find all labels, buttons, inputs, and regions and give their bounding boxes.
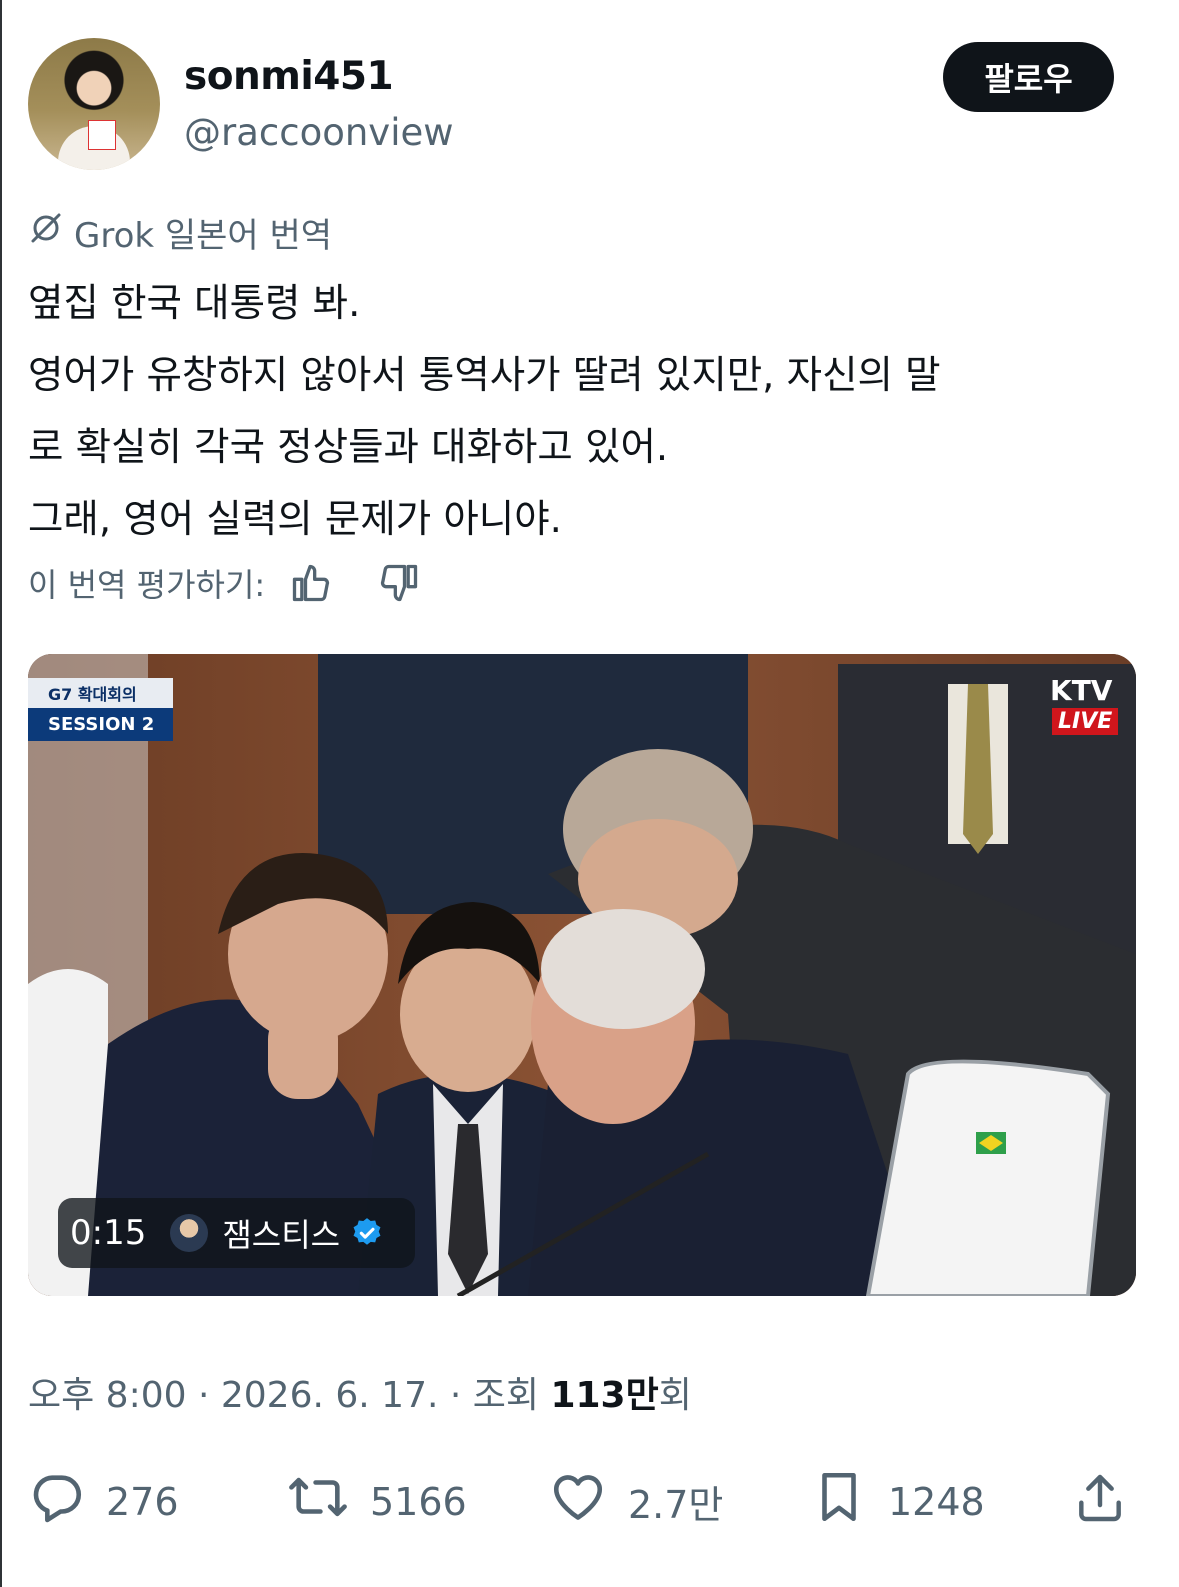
verified-badge-icon — [350, 1216, 384, 1250]
reply-count: 276 — [106, 1479, 179, 1524]
g7-session: SESSION 2 — [28, 708, 173, 741]
views-label: 조회 — [472, 1375, 551, 1416]
share-button[interactable] — [1072, 1470, 1128, 1530]
tweet-line: 로 확실히 각국 정상들과 대화하고 있어. — [28, 425, 669, 470]
follow-button[interactable]: 팔로우 — [943, 42, 1114, 112]
thumbs-up-icon[interactable] — [289, 561, 333, 605]
avatar-card — [88, 120, 116, 150]
views-suffix: 회 — [658, 1375, 692, 1416]
g7-session-badge: G7 확대회의 SESSION 2 — [28, 678, 173, 741]
tweet-text: 옆집 한국 대통령 봐. 영어가 유창하지 않아서 통역사가 딸려 있지만, 자… — [28, 268, 1148, 556]
bookmark-count: 1248 — [888, 1479, 985, 1524]
views-count: 113만 — [550, 1375, 659, 1416]
share-icon — [1072, 1474, 1128, 1530]
thumbs-down-icon[interactable] — [377, 561, 421, 605]
tweet-line: 그래, 영어 실력의 문제가 아니야. — [28, 497, 562, 542]
channel-logo: KTV — [1050, 674, 1113, 707]
translation-label[interactable]: Grok 일본어 번역 — [28, 208, 332, 257]
tweet-date[interactable]: 2026. 6. 17. — [221, 1375, 439, 1416]
user-handle[interactable]: @raccoonview — [184, 111, 454, 154]
bookmark-icon — [810, 1468, 868, 1535]
bookmark-button[interactable]: 1248 — [810, 1468, 985, 1535]
repost-icon — [286, 1468, 350, 1535]
timeline-border — [0, 0, 2, 1587]
source-name: 잼스티스 — [222, 1216, 341, 1254]
profile-avatar[interactable] — [28, 38, 160, 170]
reply-icon — [28, 1468, 86, 1535]
meta-separator: · — [438, 1375, 473, 1416]
tweet-time[interactable]: 오후 8:00 — [28, 1375, 187, 1416]
translation-text: Grok 일본어 번역 — [74, 216, 333, 256]
rate-translation-row: 이 번역 평가하기: — [28, 560, 421, 606]
like-count: 2.7만 — [628, 1483, 724, 1527]
source-avatar — [170, 1214, 209, 1252]
meta-separator: · — [186, 1375, 221, 1416]
heart-icon — [548, 1468, 608, 1535]
live-badge: LIVE — [1052, 708, 1119, 735]
grok-icon — [28, 210, 64, 255]
tweet-meta: 오후 8:00 · 2026. 6. 17. · 조회 113만회 — [28, 1366, 692, 1418]
tweet-line: 영어가 유창하지 않아서 통역사가 딸려 있지만, 자신의 말 — [28, 353, 941, 398]
repost-count: 5166 — [370, 1479, 467, 1524]
tweet-line: 옆집 한국 대통령 봐. — [28, 281, 361, 326]
rate-translation-label: 이 번역 평가하기: — [28, 566, 266, 604]
display-name[interactable]: sonmi451 — [184, 54, 394, 99]
like-button[interactable]: 2.7만 — [548, 1468, 723, 1535]
video-info-pill[interactable]: 0:15 잼스티스 — [58, 1198, 415, 1268]
repost-button[interactable]: 5166 — [286, 1468, 467, 1535]
video-duration: 0:15 — [70, 1213, 147, 1253]
g7-title: G7 확대회의 — [28, 678, 173, 708]
reply-button[interactable]: 276 — [28, 1468, 179, 1535]
